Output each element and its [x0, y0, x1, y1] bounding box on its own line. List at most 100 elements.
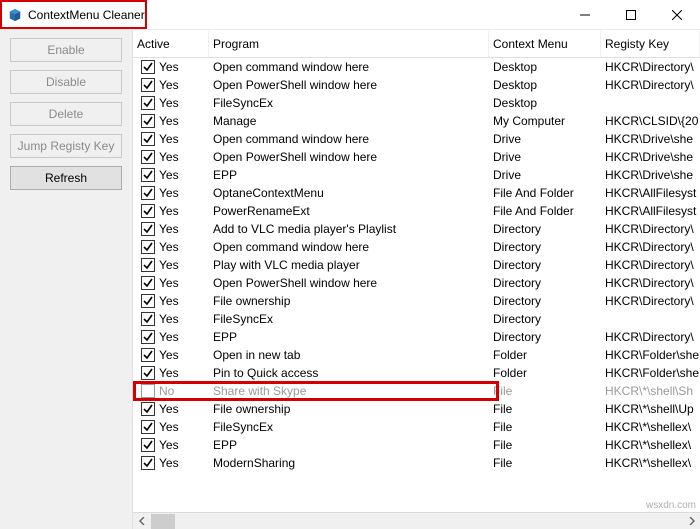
row-checkbox[interactable]: [141, 384, 155, 398]
cell-program: FileSyncEx: [209, 420, 489, 434]
table-row[interactable]: YesManageMy ComputerHKCR\CLSID\{20: [133, 112, 700, 130]
column-program[interactable]: Program: [209, 31, 489, 57]
scrollbar-thumb[interactable]: [151, 514, 175, 529]
table-row[interactable]: YesEPPDriveHKCR\Drive\she: [133, 166, 700, 184]
cell-context: Directory: [489, 276, 601, 290]
row-checkbox[interactable]: [141, 78, 155, 92]
row-checkbox[interactable]: [141, 456, 155, 470]
grid-header: Active Program Context Menu Registy Key: [133, 30, 700, 58]
cell-active: Yes: [133, 222, 209, 236]
cell-program: Manage: [209, 114, 489, 128]
disable-button[interactable]: Disable: [10, 70, 122, 94]
row-checkbox[interactable]: [141, 60, 155, 74]
cell-context: File And Folder: [489, 186, 601, 200]
row-checkbox[interactable]: [141, 96, 155, 110]
active-text: Yes: [159, 276, 179, 290]
table-row[interactable]: YesAdd to VLC media player's PlaylistDir…: [133, 220, 700, 238]
grid-body[interactable]: YesOpen command window hereDesktopHKCR\D…: [133, 58, 700, 512]
row-checkbox[interactable]: [141, 222, 155, 236]
table-row[interactable]: YesEPPFileHKCR\*\shellex\: [133, 436, 700, 454]
table-row[interactable]: YesOpen PowerShell window hereDriveHKCR\…: [133, 148, 700, 166]
cell-regkey: HKCR\*\shellex\: [601, 438, 700, 452]
row-checkbox[interactable]: [141, 276, 155, 290]
active-text: Yes: [159, 402, 179, 416]
table-row[interactable]: YesOpen PowerShell window hereDesktopHKC…: [133, 76, 700, 94]
table-row[interactable]: YesPowerRenameExtFile And FolderHKCR\All…: [133, 202, 700, 220]
row-checkbox[interactable]: [141, 204, 155, 218]
row-checkbox[interactable]: [141, 186, 155, 200]
active-text: Yes: [159, 420, 179, 434]
table-row[interactable]: YesEPPDirectoryHKCR\Directory\: [133, 328, 700, 346]
cell-program: Open PowerShell window here: [209, 276, 489, 290]
scroll-left-arrow-icon[interactable]: [133, 513, 150, 529]
table-row[interactable]: NoShare with SkypeFileHKCR\*\shell\Sh: [133, 382, 700, 400]
cell-regkey: HKCR\Directory\: [601, 276, 700, 290]
cell-program: OptaneContextMenu: [209, 186, 489, 200]
cell-active: Yes: [133, 186, 209, 200]
cell-context: Directory: [489, 294, 601, 308]
minimize-button[interactable]: [562, 0, 608, 30]
table-row[interactable]: Yes FileSyncExDesktop: [133, 94, 700, 112]
row-checkbox[interactable]: [141, 114, 155, 128]
row-checkbox[interactable]: [141, 312, 155, 326]
active-text: Yes: [159, 222, 179, 236]
table-row[interactable]: Yes FileSyncExDirectory: [133, 310, 700, 328]
row-checkbox[interactable]: [141, 402, 155, 416]
cell-context: File: [489, 438, 601, 452]
row-checkbox[interactable]: [141, 348, 155, 362]
active-text: Yes: [159, 96, 179, 110]
refresh-button[interactable]: Refresh: [10, 166, 122, 190]
table-row[interactable]: YesOpen command window hereDirectoryHKCR…: [133, 238, 700, 256]
cell-context: Drive: [489, 168, 601, 182]
table-row[interactable]: YesOpen command window hereDesktopHKCR\D…: [133, 58, 700, 76]
cell-context: Directory: [489, 240, 601, 254]
cell-program: Play with VLC media player: [209, 258, 489, 272]
cell-program: Open in new tab: [209, 348, 489, 362]
cell-context: Desktop: [489, 78, 601, 92]
cell-regkey: HKCR\*\shell\Up: [601, 402, 700, 416]
table-row[interactable]: YesOpen command window hereDriveHKCR\Dri…: [133, 130, 700, 148]
table-row[interactable]: Yes Open PowerShell window hereDirectoryH…: [133, 274, 700, 292]
horizontal-scrollbar[interactable]: [133, 512, 700, 529]
delete-button[interactable]: Delete: [10, 102, 122, 126]
scroll-right-arrow-icon[interactable]: [683, 513, 700, 529]
row-checkbox[interactable]: [141, 132, 155, 146]
row-checkbox[interactable]: [141, 258, 155, 272]
jump-registry-button[interactable]: Jump Registy Key: [10, 134, 122, 158]
row-checkbox[interactable]: [141, 330, 155, 344]
table-row[interactable]: YesOptaneContextMenuFile And FolderHKCR\…: [133, 184, 700, 202]
cell-context: File: [489, 420, 601, 434]
row-checkbox[interactable]: [141, 420, 155, 434]
row-checkbox[interactable]: [141, 168, 155, 182]
column-regkey[interactable]: Registy Key: [601, 31, 700, 57]
row-checkbox[interactable]: [141, 366, 155, 380]
table-row[interactable]: YesModernSharingFileHKCR\*\shellex\: [133, 454, 700, 472]
row-checkbox[interactable]: [141, 438, 155, 452]
cell-context: Folder: [489, 348, 601, 362]
column-context[interactable]: Context Menu: [489, 31, 601, 57]
cell-active: Yes: [133, 258, 209, 272]
table-row[interactable]: YesFile ownershipFileHKCR\*\shell\Up: [133, 400, 700, 418]
cell-active: Yes: [133, 114, 209, 128]
cell-active: Yes: [133, 456, 209, 470]
row-checkbox[interactable]: [141, 150, 155, 164]
table-row[interactable]: YesFile ownershipDirectoryHKCR\Directory…: [133, 292, 700, 310]
table-row[interactable]: YesPin to Quick accessFolderHKCR\Folder\…: [133, 364, 700, 382]
maximize-button[interactable]: [608, 0, 654, 30]
table-row[interactable]: YesPlay with VLC media playerDirectoryHK…: [133, 256, 700, 274]
cell-regkey: HKCR\*\shellex\: [601, 456, 700, 470]
row-checkbox[interactable]: [141, 240, 155, 254]
cell-program: Open PowerShell window here: [209, 78, 489, 92]
active-text: Yes: [159, 258, 179, 272]
cell-program: ModernSharing: [209, 456, 489, 470]
close-button[interactable]: [654, 0, 700, 30]
enable-button[interactable]: Enable: [10, 38, 122, 62]
row-checkbox[interactable]: [141, 294, 155, 308]
table-row[interactable]: YesOpen in new tabFolderHKCR\Folder\she: [133, 346, 700, 364]
cell-context: Directory: [489, 258, 601, 272]
table-row[interactable]: Yes FileSyncExFileHKCR\*\shellex\: [133, 418, 700, 436]
cell-regkey: HKCR\Folder\she: [601, 348, 700, 362]
column-active[interactable]: Active: [133, 31, 209, 57]
cell-context: File: [489, 384, 601, 398]
cell-program: Add to VLC media player's Playlist: [209, 222, 489, 236]
